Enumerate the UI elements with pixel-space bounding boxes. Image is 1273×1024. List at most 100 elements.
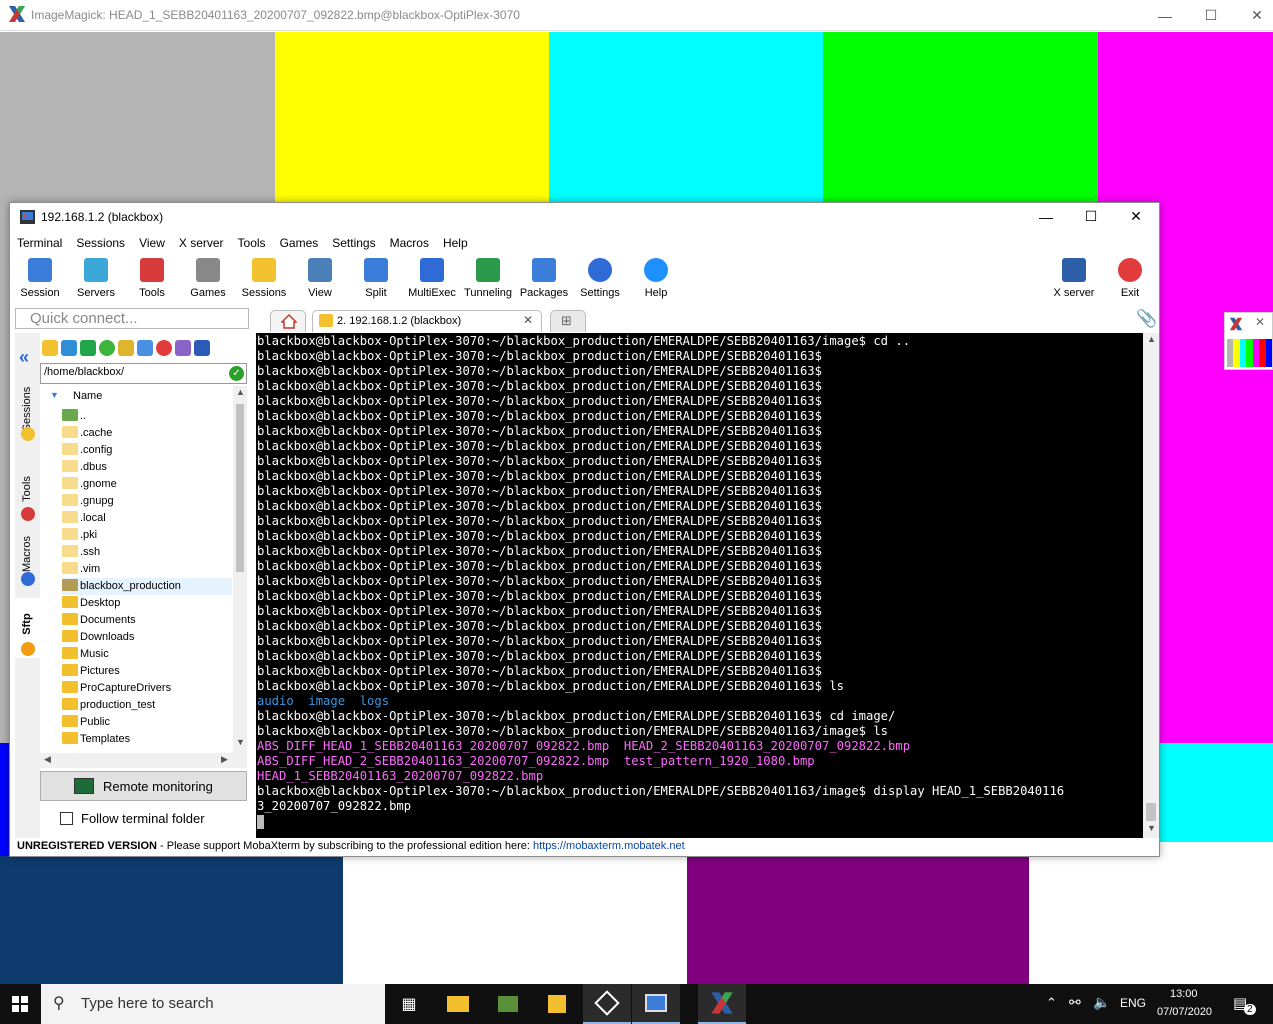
scroll-left-icon[interactable]: ◀	[44, 754, 51, 765]
menu-tools[interactable]: Tools	[238, 236, 266, 250]
exit-button[interactable]: Exit	[1102, 254, 1158, 304]
menu-settings[interactable]: Settings	[332, 236, 375, 250]
clock-date[interactable]: 07/07/2020	[1157, 1006, 1212, 1018]
list-item[interactable]: .local	[62, 510, 232, 527]
taskbar-mobaxterm[interactable]	[632, 984, 680, 1024]
menu-x-server[interactable]: X server	[179, 236, 224, 250]
tools-button[interactable]: Tools	[124, 254, 180, 304]
settings-button[interactable]: Settings	[572, 254, 628, 304]
list-item[interactable]: Pictures	[62, 663, 232, 680]
list-item[interactable]: Downloads	[62, 629, 232, 646]
menu-sessions[interactable]: Sessions	[76, 236, 125, 250]
scroll-up-icon[interactable]: ▲	[236, 387, 245, 397]
permissions-icon[interactable]	[194, 340, 210, 356]
imagemagick-titlebar[interactable]: ImageMagick: HEAD_1_SEBB20401163_2020070…	[0, 0, 1273, 31]
scroll-thumb[interactable]	[236, 404, 244, 572]
taskbar-xserver[interactable]	[698, 984, 746, 1024]
tab-session[interactable]: 2. 192.168.1.2 (blackbox) ✕	[312, 310, 542, 332]
close-button[interactable]: ✕	[1234, 0, 1273, 31]
list-item[interactable]: Public	[62, 714, 232, 731]
mobaxterm-window[interactable]: 192.168.1.2 (blackbox) — ☐ ✕ Terminal Ses…	[9, 202, 1160, 857]
close-button[interactable]: ✕	[1113, 203, 1159, 230]
list-item[interactable]: Desktop	[62, 595, 232, 612]
tree-scrollbar[interactable]: ▲ ▼	[233, 386, 247, 753]
session-button[interactable]: Session	[12, 254, 68, 304]
refresh-icon[interactable]	[99, 340, 115, 356]
multiexec-button[interactable]: MultiExec	[404, 254, 460, 304]
task-view-button[interactable]: ▦	[385, 984, 433, 1024]
follow-terminal-checkbox[interactable]: Follow terminal folder	[60, 811, 205, 826]
scroll-right-icon[interactable]: ▶	[221, 754, 228, 765]
search-box[interactable]: ⚲ Type here to search	[41, 984, 385, 1024]
split-button[interactable]: Split	[348, 254, 404, 304]
games-button[interactable]: Games	[180, 254, 236, 304]
close-icon[interactable]: ✕	[1255, 315, 1265, 329]
list-item[interactable]: Templates	[62, 731, 232, 748]
menu-macros[interactable]: Macros	[390, 236, 429, 250]
list-item[interactable]: .config	[62, 442, 232, 459]
chevron-up-icon[interactable]: ⌃	[1046, 995, 1057, 1011]
packages-button[interactable]: Packages	[516, 254, 572, 304]
language-indicator[interactable]: ENG	[1120, 996, 1146, 1010]
tunneling-button[interactable]: Tunneling	[460, 254, 516, 304]
remote-monitoring-button[interactable]: Remote monitoring	[40, 771, 247, 801]
checkbox-box[interactable]	[60, 812, 73, 825]
start-button[interactable]	[0, 984, 40, 1024]
network-icon[interactable]: ⚯	[1069, 994, 1081, 1011]
list-item[interactable]: .vim	[62, 561, 232, 578]
tree-hscrollbar[interactable]: ◀ ▶	[40, 753, 247, 768]
home-tab[interactable]	[270, 310, 306, 332]
list-item[interactable]: ProCaptureDrivers	[62, 680, 232, 697]
upload-icon[interactable]	[80, 340, 96, 356]
list-item[interactable]: .dbus	[62, 459, 232, 476]
close-tab-icon[interactable]: ✕	[523, 313, 533, 327]
parent-folder-icon[interactable]	[42, 340, 58, 356]
mini-xwindow[interactable]: ✕	[1224, 312, 1273, 370]
maximize-button[interactable]: ☐	[1068, 203, 1114, 230]
delete-icon[interactable]	[156, 340, 172, 356]
mobatek-link[interactable]: https://mobaxterm.mobatek.net	[533, 840, 685, 852]
sessions-button[interactable]: Sessions	[236, 254, 292, 304]
list-item[interactable]: .gnome	[62, 476, 232, 493]
view-button[interactable]: View	[292, 254, 348, 304]
terminal[interactable]: blackbox@blackbox-OptiPlex-3070:~/blackb…	[256, 333, 1143, 838]
taskbar-app-2[interactable]	[533, 984, 581, 1024]
collapse-icon[interactable]: «	[19, 347, 29, 368]
list-item[interactable]: ..	[62, 408, 232, 425]
column-header[interactable]: ▼ Name	[40, 388, 233, 406]
new-tab-button[interactable]: ⊞	[550, 310, 586, 332]
taskbar-app-3[interactable]	[583, 984, 631, 1024]
attach-icon[interactable]: 📎	[1136, 309, 1157, 329]
scroll-up-icon[interactable]: ▲	[1147, 334, 1156, 344]
list-item[interactable]: .ssh	[62, 544, 232, 561]
minimize-button[interactable]: —	[1142, 0, 1188, 31]
menu-view[interactable]: View	[139, 236, 165, 250]
new-file-icon[interactable]	[137, 340, 153, 356]
mobaxterm-titlebar[interactable]: 192.168.1.2 (blackbox) — ☐ ✕	[10, 203, 1159, 232]
list-item[interactable]: .pki	[62, 527, 232, 544]
maximize-button[interactable]: ☐	[1188, 0, 1234, 31]
list-item[interactable]: Documents	[62, 612, 232, 629]
taskbar-app-1[interactable]	[484, 984, 532, 1024]
go-icon[interactable]: ✓	[229, 366, 244, 381]
quick-connect-input[interactable]: Quick connect...	[15, 308, 249, 329]
terminal-scrollbar[interactable]: ▲ ▼	[1143, 333, 1159, 838]
help-button[interactable]: Help	[628, 254, 684, 304]
minimize-button[interactable]: —	[1023, 203, 1069, 230]
menu-help[interactable]: Help	[443, 236, 468, 250]
scroll-thumb[interactable]	[1146, 803, 1156, 821]
scroll-down-icon[interactable]: ▼	[1147, 823, 1156, 833]
list-item[interactable]: .gnupg	[62, 493, 232, 510]
rename-icon[interactable]	[175, 340, 191, 356]
scroll-down-icon[interactable]: ▼	[236, 737, 245, 747]
x-server-button[interactable]: X server	[1046, 254, 1102, 304]
file-explorer-button[interactable]	[434, 984, 482, 1024]
clock-time[interactable]: 13:00	[1170, 988, 1198, 1000]
list-item[interactable]: Music	[62, 646, 232, 663]
volume-icon[interactable]: 🔈	[1093, 994, 1110, 1011]
list-item[interactable]: .cache	[62, 425, 232, 442]
download-icon[interactable]	[61, 340, 77, 356]
list-item[interactable]: blackbox_production	[62, 578, 232, 595]
list-item[interactable]: production_test	[62, 697, 232, 714]
menu-terminal[interactable]: Terminal	[17, 236, 62, 250]
